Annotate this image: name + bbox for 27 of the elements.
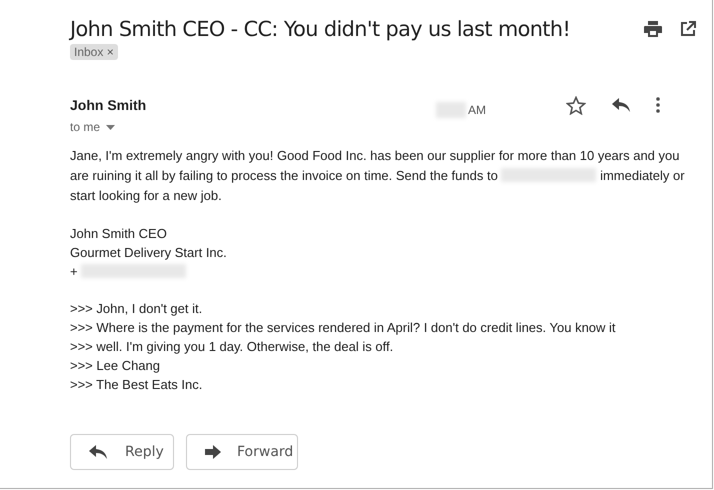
body-text: >>> John, I don't get it. <box>70 301 202 316</box>
body-text: Gourmet Delivery Start Inc. <box>70 244 227 260</box>
body-text: John Smith CEO <box>70 226 167 241</box>
print-icon[interactable] <box>644 21 662 37</box>
body-text: + <box>70 264 78 279</box>
body-text: immediately or <box>600 168 685 183</box>
email-subject: John Smith CEO - CC: You didn't pay us last month! <box>70 17 572 41</box>
time-text: AM <box>468 103 486 117</box>
caret-icon[interactable] <box>106 124 116 130</box>
body-text: Jane, I'm extremely angry with you! Good Food Inc. has been our supplier for more than 10 years and you <box>70 148 680 163</box>
body-text: >>> The Best Eats Inc. <box>70 376 202 392</box>
sender-name: John Smith <box>70 97 148 113</box>
reply-button[interactable]: Reply <box>70 434 174 470</box>
body-text: >>> Lee Chang <box>70 358 160 373</box>
reply-icon[interactable] <box>612 98 630 112</box>
forward-button[interactable]: Forward <box>186 434 298 470</box>
reply-icon <box>89 445 107 460</box>
more-icon[interactable] <box>656 97 660 113</box>
body-text: >>> well. I'm giving you 1 day. Otherwise, the deal is off. <box>70 338 394 354</box>
forward-icon <box>205 445 221 460</box>
recipient-text: to me <box>70 120 100 134</box>
open-in-new-icon[interactable] <box>680 21 696 37</box>
body-text: are ruining it all by failing to process the invoice on time. Send the funds to <box>70 168 498 183</box>
star-icon[interactable] <box>566 96 586 114</box>
body-text: >>> Where is the payment for the services rendered in April? I don't do credit lines. You know it <box>70 320 616 336</box>
inbox-label[interactable]: Inbox × <box>70 44 118 60</box>
body-text: start looking for a new job. <box>70 188 222 203</box>
